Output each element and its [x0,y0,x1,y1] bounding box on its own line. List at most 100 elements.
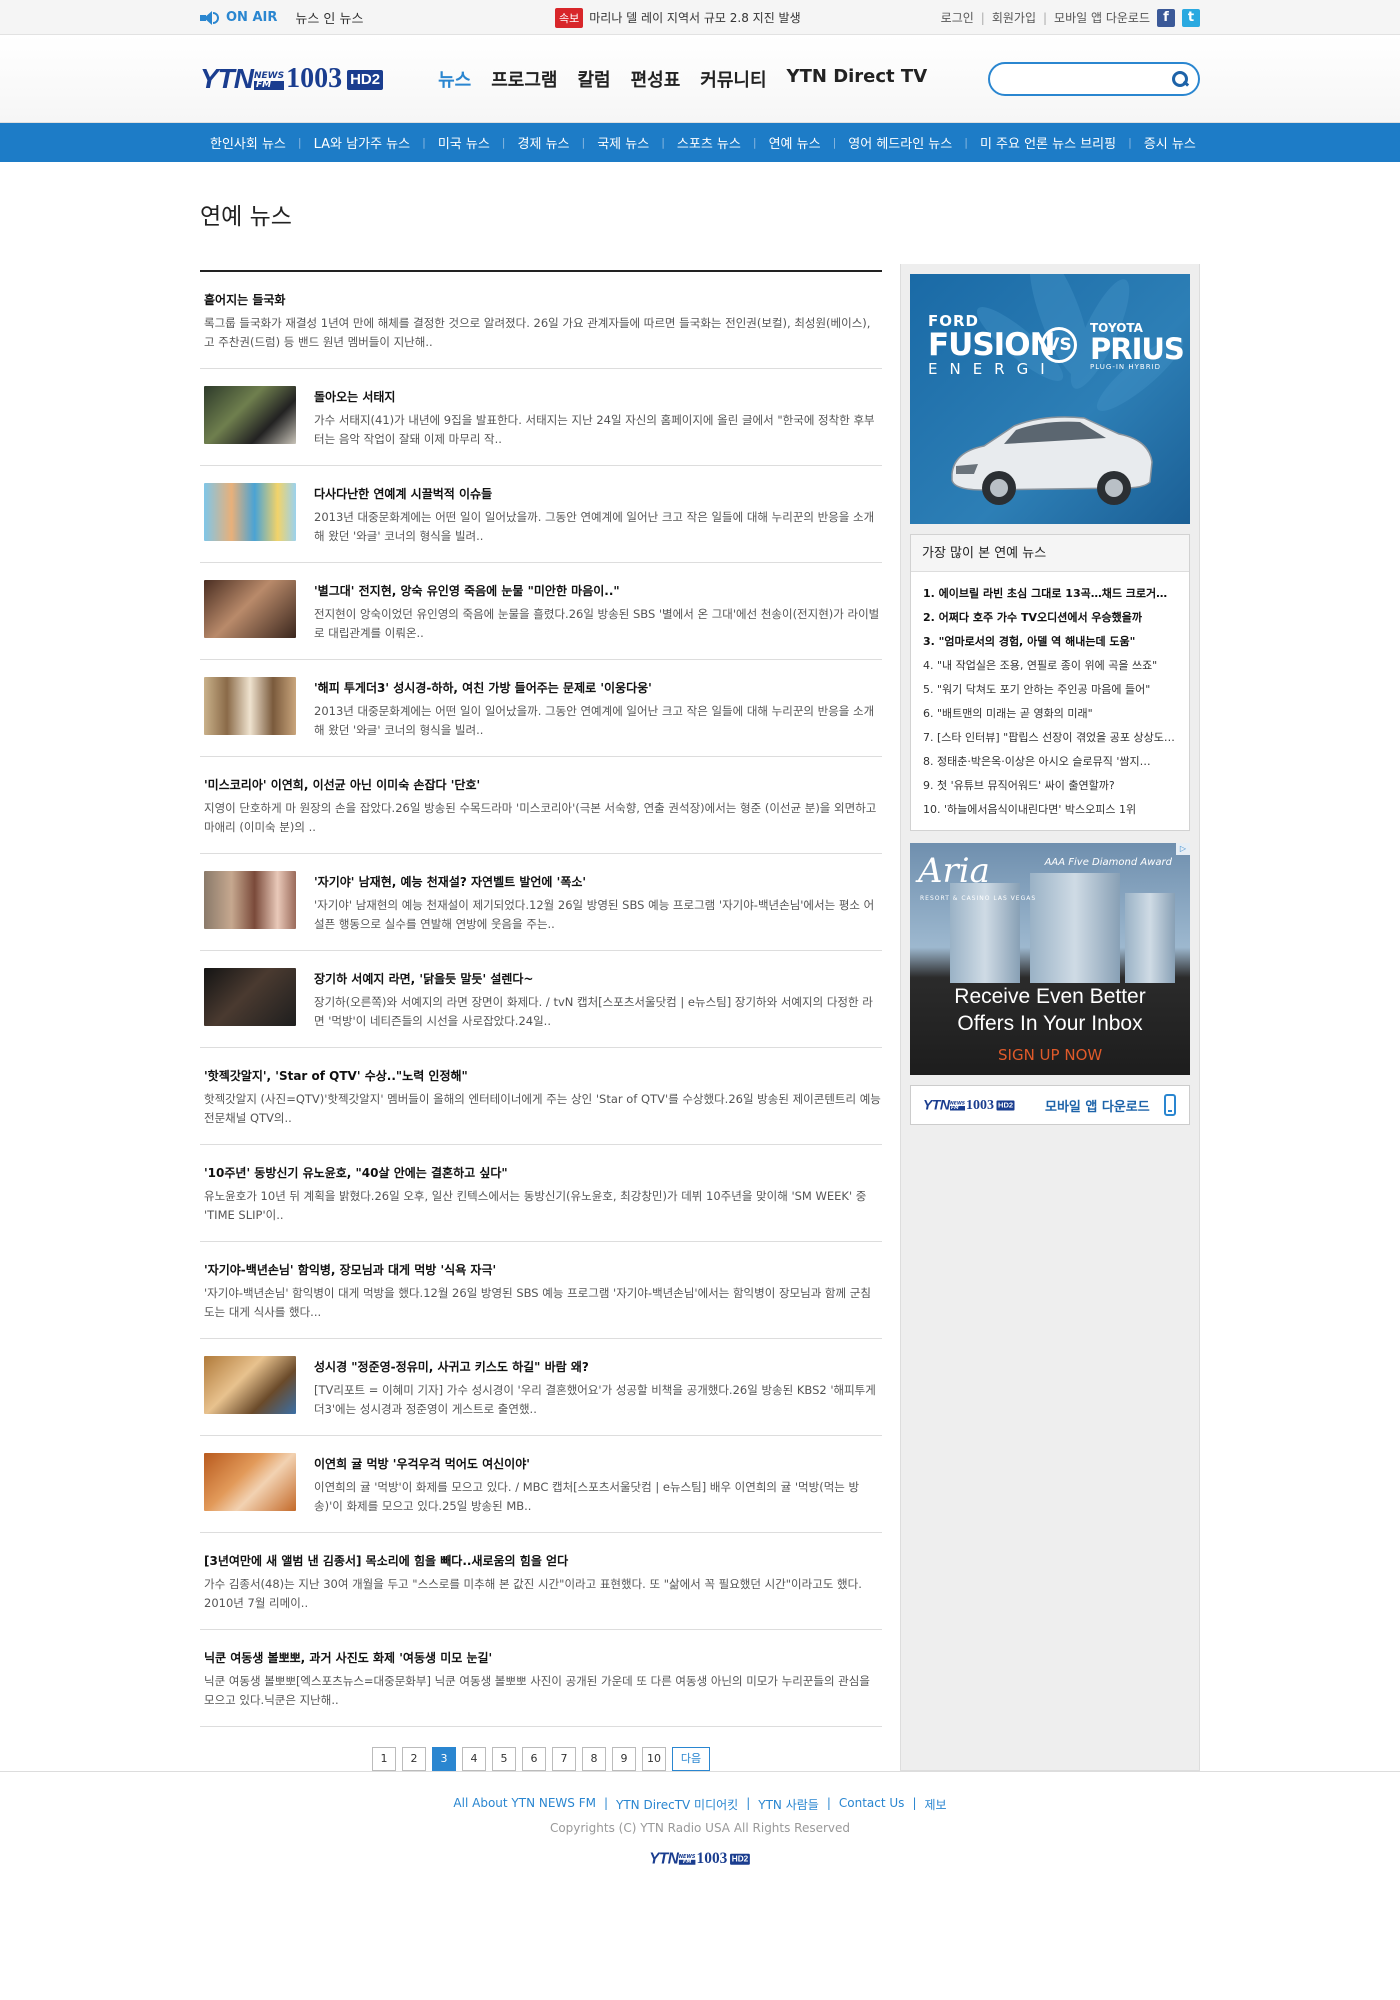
article-thumbnail[interactable] [204,871,296,929]
article-item[interactable]: '별그대' 전지현, 앙숙 유인영 죽음에 눈물 "미안한 마음이.." 전지현이… [200,563,882,660]
next-page-button[interactable]: 다음 [672,1747,710,1771]
article-title[interactable]: '10주년' 동방신기 유노윤호, "40살 안에는 결혼하고 싶다" [204,1164,882,1181]
popular-news-item[interactable]: 2. 어쩌다 호주 가수 TV오디션에서 우승했을까 [923,606,1177,630]
subnav-sports[interactable]: 스포츠 뉴스 [677,133,741,152]
subnav-economy[interactable]: 경제 뉴스 [518,133,570,152]
mobile-app-banner[interactable]: YTN NEWS FM 1003 HD2 모바일 앱 다운로드 [910,1085,1190,1125]
footer-link-contact[interactable]: Contact Us [839,1796,905,1813]
popular-news-item[interactable]: 8. 정태춘·박은옥·이상은 아시오 슬로뮤직 '쌈지… [923,750,1177,774]
nav-schedule[interactable]: 편성표 [631,66,681,92]
aria-ad-banner[interactable]: Aria RESORT & CASINO LAS VEGAS AAA Five … [910,843,1190,1075]
popular-news-item[interactable]: 5. "워기 닥쳐도 포기 안하는 주인공 마음에 들어" [923,678,1177,702]
subnav-international[interactable]: 국제 뉴스 [597,133,649,152]
ytn-logo[interactable]: YTN NEWS FM 1003 HD2 [200,65,384,93]
ad-choices-icon[interactable]: ▷ [1176,843,1190,855]
news-in-news-link[interactable]: 뉴스 인 뉴스 [295,8,363,27]
footer-link-tip[interactable]: 제보 [924,1796,946,1813]
article-title[interactable]: '핫젝갓알지', 'Star of QTV' 수상.."노력 인정해" [204,1067,882,1084]
article-title[interactable]: '해피 투게더3' 성시경-하하, 여친 가방 들어주는 문제로 '이웅다웅' [314,679,882,696]
article-item[interactable]: 흩어지는 들국화 록그룹 들국화가 재결성 1년여 만에 해체를 결정한 것으로 … [200,272,882,369]
article-title[interactable]: 이연희 귤 먹방 '우걱우걱 먹어도 여신이야' [314,1455,882,1472]
page-3-button[interactable]: 3 [432,1747,456,1771]
article-item[interactable]: 성시경 "정준영-정유미, 사귀고 키스도 하길" 바람 왜? [TV리포트 = … [200,1339,882,1436]
article-item[interactable]: 다사다난한 연예계 시끌벅적 이슈들 2013년 대중문화계에는 어떤 일이 일어… [200,466,882,563]
article-item[interactable]: 장기하 서예지 라면, '닭을듯 말듯' 설렌다~ 장기하(오른쪽)와 서예지의 … [200,951,882,1048]
subnav-us-press-briefing[interactable]: 미 주요 언론 뉴스 브리핑 [980,133,1116,152]
signup-link[interactable]: 회원가입 [992,9,1036,26]
article-title[interactable]: '자기야' 남재현, 예능 천재설? 자연벨트 발언에 '폭소' [314,873,882,890]
article-item[interactable]: '자기야' 남재현, 예능 천재설? 자연벨트 발언에 '폭소' '자기야' 남재… [200,854,882,951]
article-item[interactable]: 이연희 귤 먹방 '우걱우걱 먹어도 여신이야' 이연희의 귤 '먹방'이 화제를… [200,1436,882,1533]
popular-news-item[interactable]: 4. "내 작업실은 조용, 연필로 종이 위에 곡을 쓰죠" [923,654,1177,678]
article-item[interactable]: '미스코리아' 이연희, 이선균 아닌 이미숙 손잡다 '단호' 지영이 단호하게… [200,757,882,854]
page-4-button[interactable]: 4 [462,1747,486,1771]
article-thumbnail[interactable] [204,1453,296,1511]
article-item[interactable]: '10주년' 동방신기 유노윤호, "40살 안에는 결혼하고 싶다" 유노윤호가… [200,1145,882,1242]
article-thumbnail[interactable] [204,386,296,444]
login-link[interactable]: 로그인 [941,9,974,26]
article-item[interactable]: [3년여만에 새 앨범 낸 김종서] 목소리에 힘을 빼다..새로움의 힘을 얻… [200,1533,882,1630]
page-7-button[interactable]: 7 [552,1747,576,1771]
subnav-stock-market[interactable]: 증시 뉴스 [1144,133,1196,152]
article-thumbnail[interactable] [204,677,296,735]
page-9-button[interactable]: 9 [612,1747,636,1771]
article-title[interactable]: '미스코리아' 이연희, 이선균 아닌 이미숙 손잡다 '단호' [204,776,882,793]
article-item[interactable]: '핫젝갓알지', 'Star of QTV' 수상.."노력 인정해" 핫젝갓알지… [200,1048,882,1145]
subnav-korean-community[interactable]: 한인사회 뉴스 [210,133,286,152]
article-body: '10주년' 동방신기 유노윤호, "40살 안에는 결혼하고 싶다" 유노윤호가… [204,1162,882,1225]
page-8-button[interactable]: 8 [582,1747,606,1771]
footer-link-about[interactable]: All About YTN NEWS FM [453,1796,596,1813]
article-title[interactable]: '별그대' 전지현, 앙숙 유인영 죽음에 눈물 "미안한 마음이.." [314,582,882,599]
article-summary: 가수 김종서(48)는 지난 30여 개월을 두고 "스스로를 미추해 본 값진… [204,1577,862,1610]
popular-news-item[interactable]: 1. 에이브릴 라빈 초심 그대로 13곡…채드 크로거… [923,582,1177,606]
article-item[interactable]: 돌아오는 서태지 가수 서태지(41)가 내년에 9집을 발표한다. 서태지는 지… [200,369,882,466]
article-item[interactable]: '자기야-백년손님' 함익병, 장모님과 대게 먹방 '식욕 자극' '자기야-백… [200,1242,882,1339]
breaking-text[interactable]: 마리나 델 레이 지역서 규모 2.8 지진 발생 [589,9,800,26]
search-input[interactable] [1002,65,1172,93]
on-air-link[interactable]: ON AIR [200,10,277,25]
facebook-icon[interactable]: f [1157,8,1175,27]
breaking-news[interactable]: 속보 마리나 델 레이 지역서 규모 2.8 지진 발생 [555,7,801,28]
article-title[interactable]: [3년여만에 새 앨범 낸 김종서] 목소리에 힘을 빼다..새로움의 힘을 얻… [204,1552,882,1569]
footer-link-mediakit[interactable]: YTN DirecTV 미디어킷 [616,1796,738,1813]
article-title[interactable]: 장기하 서예지 라면, '닭을듯 말듯' 설렌다~ [314,970,882,987]
article-item[interactable]: 닉쿤 여동생 볼뽀뽀, 과거 사진도 화제 '여동생 미모 눈길' 닉쿤 여동생 … [200,1630,882,1727]
popular-news-item[interactable]: 6. "배트맨의 미래는 곧 영화의 미래" [923,702,1177,726]
page-2-button[interactable]: 2 [402,1747,426,1771]
article-summary: 2013년 대중문화계에는 어떤 일이 일어났을까. 그동안 연예계에 일어난 … [314,510,875,543]
article-thumbnail[interactable] [204,1356,296,1414]
popular-news-item[interactable]: 9. 첫 '유튜브 뮤직어워드' 싸이 출연할까? [923,774,1177,798]
article-title[interactable]: 성시경 "정준영-정유미, 사귀고 키스도 하길" 바람 왜? [314,1358,882,1375]
nav-community[interactable]: 커뮤니티 [700,66,766,92]
twitter-icon[interactable]: t [1182,8,1200,27]
subnav-la-socal[interactable]: LA와 남가주 뉴스 [314,133,410,152]
article-title[interactable]: 돌아오는 서태지 [314,388,882,405]
article-title[interactable]: 다사다난한 연예계 시끌벅적 이슈들 [314,485,882,502]
search-icon[interactable] [1172,71,1188,87]
article-title[interactable]: 닉쿤 여동생 볼뽀뽀, 과거 사진도 화제 '여동생 미모 눈길' [204,1649,882,1666]
nav-columns[interactable]: 칼럼 [577,66,610,92]
nav-programs[interactable]: 프로그램 [491,66,557,92]
nav-news[interactable]: 뉴스 [438,66,471,92]
popular-news-item[interactable]: 3. "엄마로서의 경험, 아델 역 해내는데 도움" [923,630,1177,654]
subnav-us[interactable]: 미국 뉴스 [438,133,490,152]
article-title[interactable]: '자기야-백년손님' 함익병, 장모님과 대게 먹방 '식욕 자극' [204,1261,882,1278]
subnav-entertainment[interactable]: 연예 뉴스 [769,133,821,152]
popular-news-item[interactable]: 10. '하늘에서음식이내린다면' 박스오피스 1위 [923,798,1177,822]
article-thumbnail[interactable] [204,483,296,541]
article-thumbnail[interactable] [204,968,296,1026]
nav-direct-tv[interactable]: YTN Direct TV [787,66,928,92]
article-item[interactable]: '해피 투게더3' 성시경-하하, 여친 가방 들어주는 문제로 '이웅다웅' 2… [200,660,882,757]
subnav-english-headlines[interactable]: 영어 헤드라인 뉴스 [848,133,952,152]
page-5-button[interactable]: 5 [492,1747,516,1771]
ford-ad-banner[interactable]: FORD FUSION ENERGI VS TOYOTA PRIUS PLUG-… [910,274,1190,524]
article-thumbnail[interactable] [204,580,296,638]
signup-now-button[interactable]: SIGN UP NOW [998,1046,1102,1064]
mobile-app-download-link[interactable]: 모바일 앱 다운로드 [1054,9,1150,26]
page-1-button[interactable]: 1 [372,1747,396,1771]
page-10-button[interactable]: 10 [642,1747,666,1771]
article-title[interactable]: 흩어지는 들국화 [204,291,882,308]
page-6-button[interactable]: 6 [522,1747,546,1771]
popular-news-item[interactable]: 7. [스타 인터뷰] "팝립스 선장이 겪었을 공포 상상도…" [923,726,1177,750]
footer-link-people[interactable]: YTN 사람들 [758,1796,819,1813]
